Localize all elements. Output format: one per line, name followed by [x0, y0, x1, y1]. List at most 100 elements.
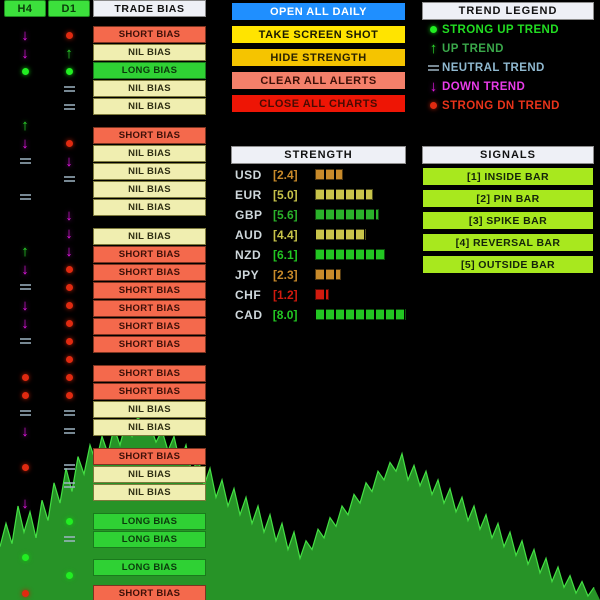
trend-column-h4-header: H4 — [4, 0, 46, 17]
trade-bias-row[interactable]: SHORT BIAS — [93, 282, 206, 299]
signal-item[interactable]: [4] REVERSAL BAR — [422, 233, 594, 252]
trade-bias-row[interactable]: NIL BIAS — [93, 484, 206, 501]
trend-cell-h4[interactable]: ↓ — [4, 134, 46, 152]
trend-cell-d1[interactable] — [48, 422, 90, 440]
down-trend-icon: ↓ — [21, 314, 29, 332]
trend-cell-d1[interactable] — [48, 368, 90, 386]
trend-cell-h4[interactable]: ↓ — [4, 26, 46, 44]
strong-down-trend-icon — [65, 301, 73, 309]
action-button-clear-all-alerts[interactable]: CLEAR ALL ALERTS — [231, 71, 406, 90]
trend-cell-h4[interactable] — [4, 548, 46, 566]
trend-cell-d1[interactable] — [48, 404, 90, 422]
trend-cell-d1[interactable]: ↓ — [48, 152, 90, 170]
trade-bias-row[interactable]: SHORT BIAS — [93, 318, 206, 335]
trend-legend-label: UP TREND — [442, 42, 504, 55]
trend-cell-d1[interactable] — [48, 296, 90, 314]
trend-cell-d1[interactable] — [48, 512, 90, 530]
trade-bias-row[interactable]: NIL BIAS — [93, 44, 206, 61]
strong-up-trend-icon — [65, 571, 73, 579]
trade-bias-row[interactable]: NIL BIAS — [93, 163, 206, 180]
trend-cell-h4[interactable]: ↓ — [4, 314, 46, 332]
signal-item[interactable]: [5] OUTSIDE BAR — [422, 255, 594, 274]
strength-currency: NZD — [235, 247, 262, 262]
trend-cell-h4[interactable] — [4, 584, 46, 600]
trade-bias-row[interactable]: NIL BIAS — [93, 228, 206, 245]
trend-cell-h4[interactable]: ↓ — [4, 260, 46, 278]
signal-item[interactable]: [3] SPIKE BAR — [422, 211, 594, 230]
neutral-trend-icon — [63, 174, 75, 184]
action-button-take-screen-shot[interactable]: TAKE SCREEN SHOT — [231, 25, 406, 44]
trend-cell-d1[interactable] — [48, 80, 90, 98]
trend-cell-d1[interactable] — [48, 98, 90, 116]
trend-cell-h4[interactable] — [4, 188, 46, 206]
trend-cell-d1[interactable]: ↓ — [48, 242, 90, 260]
trend-cell-d1[interactable] — [48, 386, 90, 404]
trend-cell-h4[interactable]: ↓ — [4, 494, 46, 512]
trend-cell-d1[interactable] — [48, 530, 90, 548]
trade-bias-row[interactable]: NIL BIAS — [93, 80, 206, 97]
trend-cell-h4[interactable] — [4, 62, 46, 80]
trend-cell-h4[interactable] — [4, 332, 46, 350]
action-button-close-all-charts[interactable]: CLOSE ALL CHARTS — [231, 94, 406, 113]
trade-bias-row[interactable]: NIL BIAS — [93, 466, 206, 483]
trend-cell-d1[interactable] — [48, 134, 90, 152]
trade-bias-row[interactable]: LONG BIAS — [93, 559, 206, 576]
trend-cell-d1[interactable] — [48, 26, 90, 44]
trade-bias-row[interactable]: NIL BIAS — [93, 181, 206, 198]
trade-bias-row[interactable]: SHORT BIAS — [93, 26, 206, 43]
trade-bias-row[interactable]: SHORT BIAS — [93, 127, 206, 144]
strength-bar — [315, 249, 385, 260]
trend-cell-d1[interactable] — [48, 332, 90, 350]
trend-cell-d1[interactable] — [48, 62, 90, 80]
trade-bias-row[interactable]: NIL BIAS — [93, 401, 206, 418]
strength-row: USD [2.4] — [231, 165, 406, 184]
trend-cell-h4[interactable] — [4, 386, 46, 404]
trend-cell-h4[interactable] — [4, 458, 46, 476]
trend-cell-h4[interactable]: ↓ — [4, 44, 46, 62]
trade-bias-row[interactable]: NIL BIAS — [93, 419, 206, 436]
trend-cell-h4[interactable] — [4, 368, 46, 386]
action-button-hide-strength[interactable]: HIDE STRENGTH — [231, 48, 406, 67]
action-button-open-all-daily[interactable]: OPEN ALL DAILY — [231, 2, 406, 21]
trend-cell-h4[interactable]: ↑ — [4, 242, 46, 260]
trend-cell-h4[interactable]: ↓ — [4, 422, 46, 440]
trend-cell-d1[interactable] — [48, 170, 90, 188]
trend-cell-h4[interactable] — [4, 404, 46, 422]
trend-cell-d1[interactable] — [48, 566, 90, 584]
up-trend-icon: ↑ — [65, 44, 73, 62]
trade-bias-row[interactable]: SHORT BIAS — [93, 246, 206, 263]
trade-bias-row[interactable]: LONG BIAS — [93, 513, 206, 530]
neutral-trend-icon — [63, 426, 75, 436]
trade-bias-row[interactable]: SHORT BIAS — [93, 383, 206, 400]
legend-icon-wrap: ↓ — [425, 79, 442, 94]
trend-cell-d1[interactable] — [48, 350, 90, 368]
trend-cell-d1[interactable]: ↑ — [48, 44, 90, 62]
trend-cell-h4[interactable] — [4, 152, 46, 170]
down-trend-icon: ↓ — [65, 224, 73, 242]
trade-bias-row[interactable]: LONG BIAS — [93, 62, 206, 79]
trade-bias-row[interactable]: SHORT BIAS — [93, 300, 206, 317]
trade-bias-row[interactable]: SHORT BIAS — [93, 448, 206, 465]
down-trend-icon: ↓ — [65, 206, 73, 224]
trend-cell-h4[interactable]: ↓ — [4, 296, 46, 314]
trade-bias-row[interactable]: SHORT BIAS — [93, 585, 206, 600]
signal-item[interactable]: [2] PIN BAR — [422, 189, 594, 208]
trade-bias-row[interactable]: SHORT BIAS — [93, 336, 206, 353]
trend-cell-d1[interactable] — [48, 314, 90, 332]
price-chart-svg — [0, 414, 600, 600]
trend-cell-d1[interactable]: ↓ — [48, 224, 90, 242]
trend-cell-d1[interactable] — [48, 260, 90, 278]
trend-cell-h4[interactable] — [4, 278, 46, 296]
trade-bias-row[interactable]: LONG BIAS — [93, 531, 206, 548]
trend-cell-d1[interactable] — [48, 476, 90, 494]
trend-cell-d1[interactable]: ↓ — [48, 206, 90, 224]
trade-bias-row[interactable]: NIL BIAS — [93, 145, 206, 162]
trade-bias-row[interactable]: NIL BIAS — [93, 98, 206, 115]
trend-cell-h4[interactable]: ↑ — [4, 116, 46, 134]
signal-item[interactable]: [1] INSIDE BAR — [422, 167, 594, 186]
trade-bias-row[interactable]: SHORT BIAS — [93, 264, 206, 281]
trend-cell-d1[interactable] — [48, 458, 90, 476]
trade-bias-row[interactable]: SHORT BIAS — [93, 365, 206, 382]
trend-cell-d1[interactable] — [48, 278, 90, 296]
trade-bias-row[interactable]: NIL BIAS — [93, 199, 206, 216]
